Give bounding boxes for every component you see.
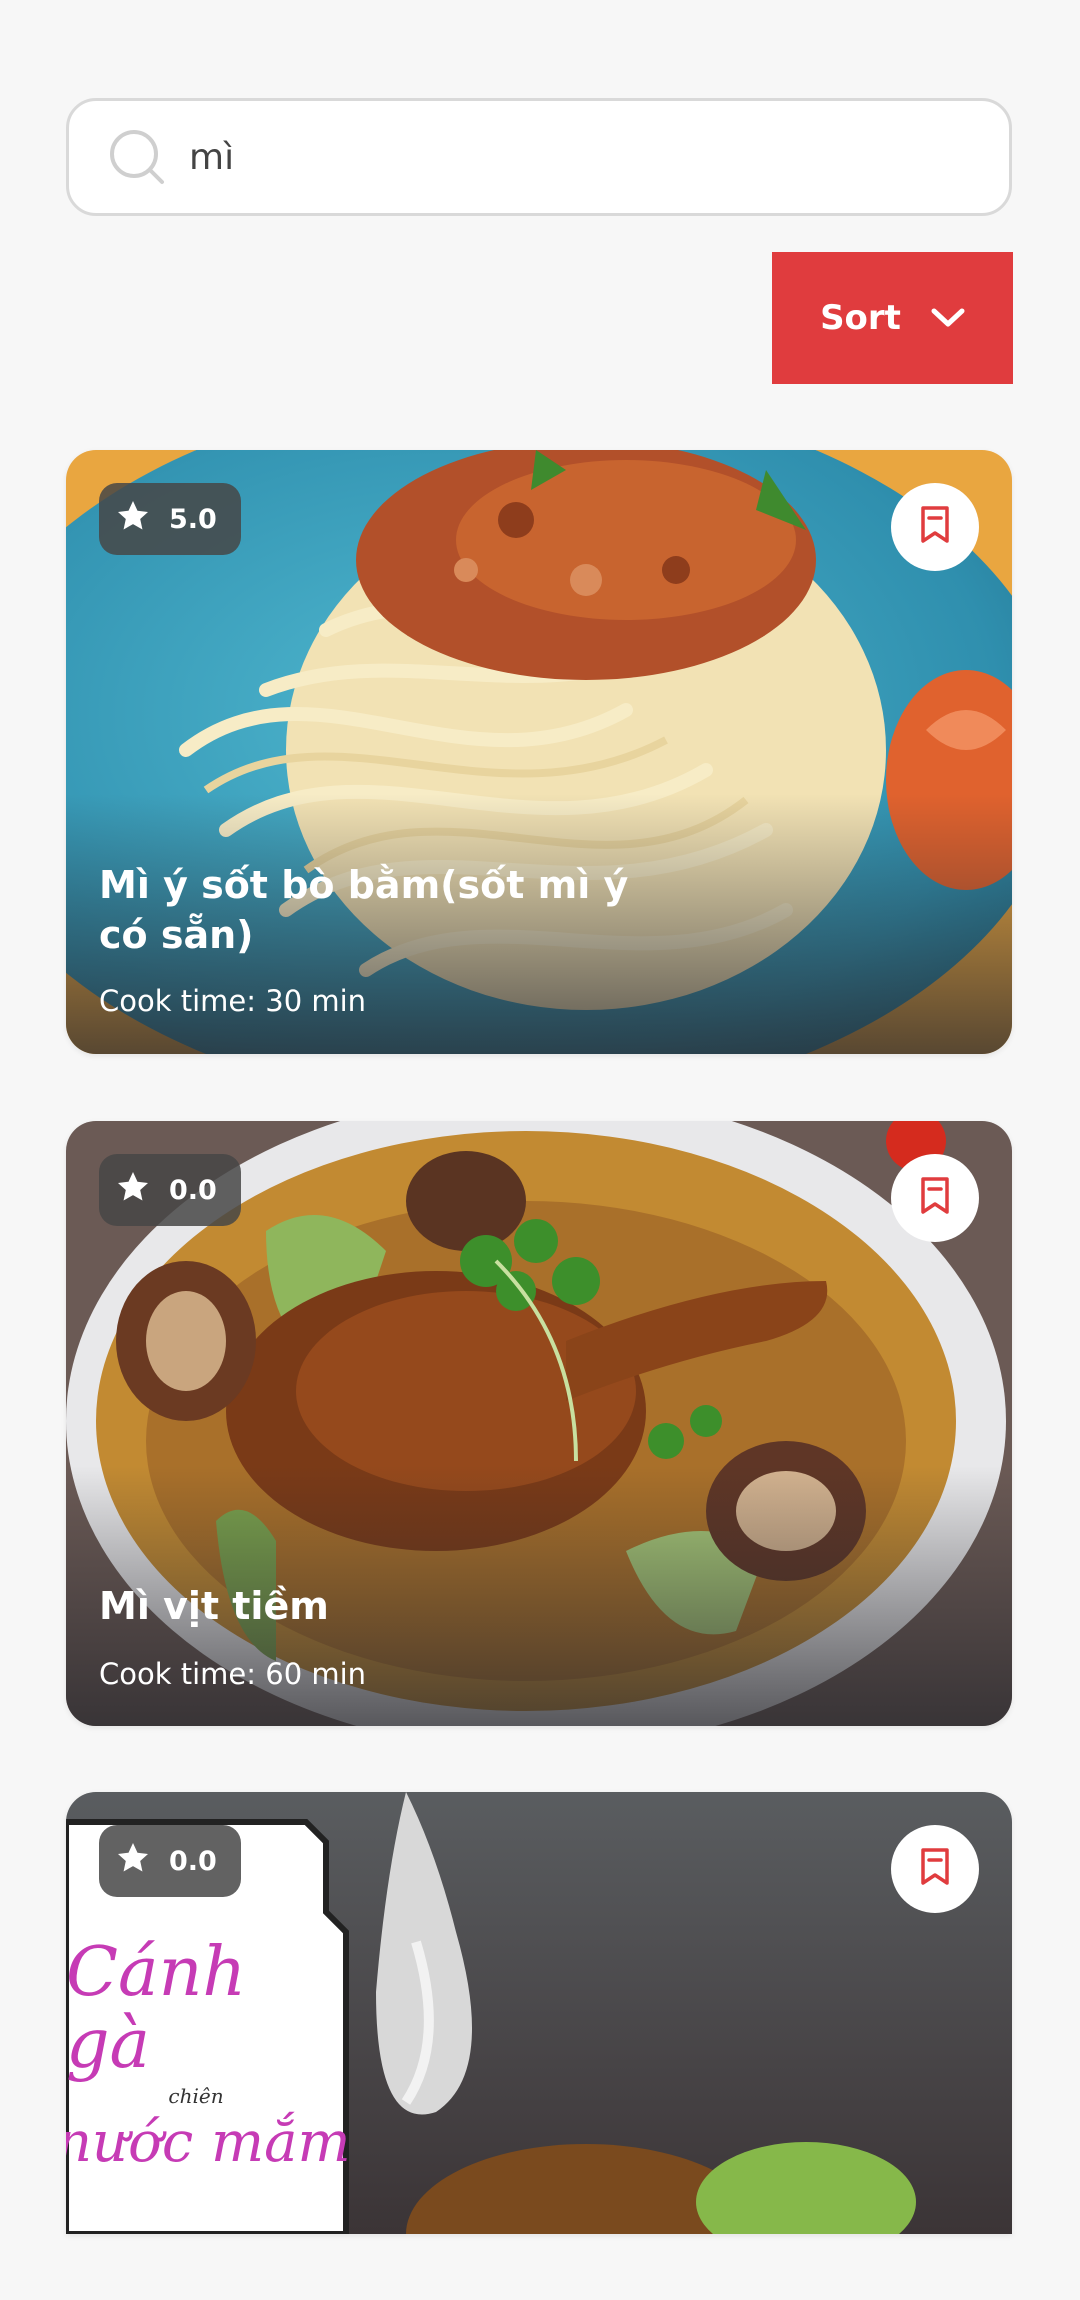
cook-time: Cook time: 60 min	[99, 1657, 367, 1691]
sort-label: Sort	[820, 298, 901, 338]
search-icon	[107, 127, 167, 187]
recipe-card[interactable]: 0.0 Mì vịt tiềm Cook time: 60 min	[66, 1121, 1012, 1726]
recipe-title: Mì vịt tiềm	[99, 1584, 329, 1628]
recipe-card[interactable]: 5.0 Mì ý sốt bò bằm(sốt mì ý có sẵn) Coo…	[66, 450, 1012, 1054]
bookmark-button[interactable]	[891, 1825, 979, 1913]
bookmark-icon	[917, 1847, 953, 1891]
star-icon	[115, 1840, 151, 1883]
bookmark-button[interactable]	[891, 1154, 979, 1242]
bookmark-icon	[917, 505, 953, 549]
rating-value: 5.0	[169, 503, 217, 535]
rating-value: 0.0	[169, 1845, 217, 1877]
bookmark-button[interactable]	[891, 483, 979, 571]
cook-time: Cook time: 30 min	[99, 984, 367, 1018]
bookmark-icon	[917, 1176, 953, 1220]
chevron-down-icon	[931, 298, 965, 338]
rating-badge: 5.0	[99, 483, 241, 555]
star-icon	[115, 498, 151, 541]
star-icon	[115, 1169, 151, 1212]
rating-value: 0.0	[169, 1174, 217, 1206]
recipe-card[interactable]: Cánh gà chiên nước mắm 0.0	[66, 1792, 1012, 2234]
recipe-title: Mì ý sốt bò bằm(sốt mì ý có sẵn)	[99, 863, 629, 957]
sort-button[interactable]: Sort	[772, 252, 1013, 384]
search-bar[interactable]	[66, 98, 1012, 216]
image-text-line1: Cánh gà	[66, 1933, 247, 2084]
image-text-line3: nước mắm	[66, 2110, 351, 2175]
rating-badge: 0.0	[99, 1154, 241, 1226]
rating-badge: 0.0	[99, 1825, 241, 1897]
search-input[interactable]	[187, 135, 971, 179]
image-text-line2: chiên	[168, 2084, 224, 2108]
